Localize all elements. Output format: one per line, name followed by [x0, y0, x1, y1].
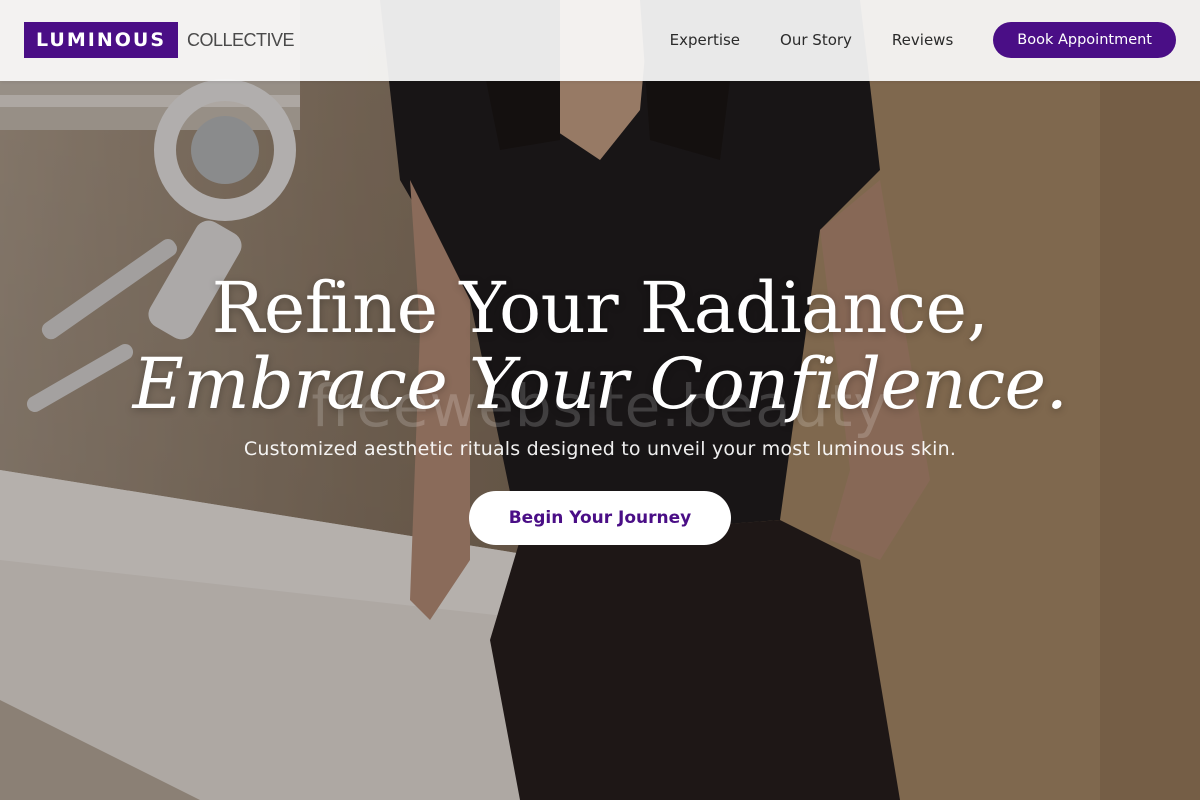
- logo-wordmark-box: LUMINOUS: [24, 22, 178, 58]
- logo-wordmark-suffix: COLLECTIVE: [187, 29, 295, 50]
- brand-logo[interactable]: LUMINOUS COLLECTIVE: [24, 22, 295, 58]
- headline-line-1: Refine Your Radiance,: [211, 267, 989, 349]
- site-header: LUMINOUS COLLECTIVE Expertise Our Story …: [0, 0, 1200, 81]
- nav-link-our-story[interactable]: Our Story: [780, 31, 852, 49]
- nav-link-expertise[interactable]: Expertise: [670, 31, 740, 49]
- hero-headline: Refine Your Radiance, Embrace Your Confi…: [0, 262, 1200, 425]
- hero-subheading: Customized aesthetic rituals designed to…: [243, 438, 957, 460]
- nav-link-reviews[interactable]: Reviews: [892, 31, 953, 49]
- headline-line-2: Embrace Your Confidence.: [132, 343, 1068, 425]
- book-appointment-button[interactable]: Book Appointment: [993, 22, 1176, 58]
- begin-journey-button[interactable]: Begin Your Journey: [469, 491, 731, 545]
- main-nav: Expertise Our Story Reviews Book Appoint…: [670, 22, 1176, 58]
